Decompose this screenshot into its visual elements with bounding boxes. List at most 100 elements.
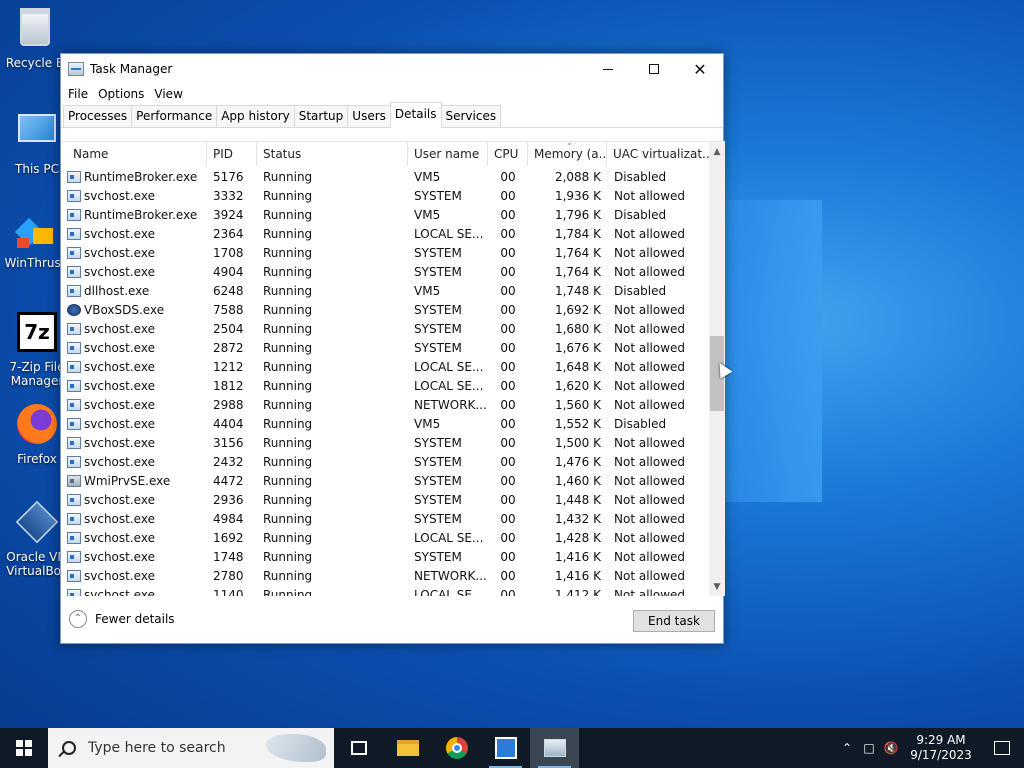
- process-name: svchost.exe: [84, 379, 155, 393]
- table-row[interactable]: svchost.exe 1692 Running LOCAL SE... 00 1,428…: [61, 529, 709, 548]
- table-row[interactable]: svchost.exe 1212 Running LOCAL SE... 00 1,648…: [61, 358, 709, 377]
- table-row[interactable]: svchost.exe 2936 Running SYSTEM 00 1,448 K Not…: [61, 491, 709, 510]
- close-button[interactable]: ✕: [677, 54, 723, 84]
- table-row[interactable]: dllhost.exe 6248 Running VM5 00 1,748 K Disabl…: [61, 282, 709, 301]
- table-row[interactable]: svchost.exe 1748 Running SYSTEM 00 1,416 K Not…: [61, 548, 709, 567]
- tab-processes[interactable]: Processes: [63, 105, 133, 127]
- title-bar[interactable]: Task Manager ✕: [61, 54, 723, 84]
- firefox-icon: [15, 404, 59, 448]
- cell-user-name: SYSTEM: [414, 322, 462, 336]
- cell-name: svchost.exe: [66, 510, 206, 529]
- cell-status: Running: [263, 322, 313, 336]
- end-task-button[interactable]: End task: [633, 610, 715, 632]
- table-row[interactable]: svchost.exe 2988 Running NETWORK... 00 1,560 …: [61, 396, 709, 415]
- cell-status: Running: [263, 246, 313, 260]
- cell-memory: 1,416 K: [554, 550, 601, 564]
- cell-cpu: 00: [500, 398, 516, 412]
- volume-muted-icon[interactable]: 🔇: [880, 741, 902, 755]
- column-header-user-name[interactable]: User name: [408, 142, 488, 166]
- cell-uac: Not allowed: [614, 227, 686, 241]
- tab-details[interactable]: Details: [389, 102, 442, 128]
- chrome-button[interactable]: [432, 728, 481, 768]
- cell-status: Running: [263, 550, 313, 564]
- cell-user-name: SYSTEM: [414, 246, 462, 260]
- tab-startup[interactable]: Startup: [293, 105, 349, 127]
- process-name: svchost.exe: [84, 398, 155, 412]
- tab-services[interactable]: Services: [440, 105, 502, 127]
- cell-memory: 1,692 K: [554, 303, 601, 317]
- notification-button[interactable]: [980, 728, 1024, 768]
- table-row[interactable]: RuntimeBroker.exe 3924 Running VM5 00 1,796 K…: [61, 206, 709, 225]
- cell-name: svchost.exe: [66, 320, 206, 339]
- network-icon[interactable]: □: [858, 741, 880, 755]
- column-header-name[interactable]: Name: [67, 142, 207, 166]
- cell-user-name: LOCAL SE...: [414, 227, 484, 241]
- cell-pid: 3156: [213, 436, 244, 450]
- 7zip-icon: 7z: [15, 312, 59, 356]
- table-row[interactable]: WmiPrvSE.exe 4472 Running SYSTEM 00 1,460 K No…: [61, 472, 709, 491]
- fewer-details-button[interactable]: ⌃ Fewer details: [69, 610, 175, 628]
- task-manager-button[interactable]: [530, 728, 579, 768]
- table-row[interactable]: RuntimeBroker.exe 5176 Running VM5 00 2,088 K…: [61, 168, 709, 187]
- cell-name: svchost.exe: [66, 453, 206, 472]
- cell-user-name: VM5: [414, 284, 441, 298]
- search-box[interactable]: Type here to search: [48, 728, 334, 768]
- menu-file[interactable]: File: [63, 87, 93, 101]
- virtualbox-button[interactable]: [481, 728, 530, 768]
- cell-uac: Not allowed: [614, 341, 686, 355]
- table-row[interactable]: svchost.exe 3332 Running SYSTEM 00 1,936 K Not…: [61, 187, 709, 206]
- tab-users[interactable]: Users: [347, 105, 391, 127]
- cell-name: svchost.exe: [66, 434, 206, 453]
- table-row[interactable]: svchost.exe 4904 Running SYSTEM 00 1,764 K Not…: [61, 263, 709, 282]
- cell-memory: 1,764 K: [554, 265, 601, 279]
- table-row[interactable]: svchost.exe 1812 Running LOCAL SE... 00 1,620…: [61, 377, 709, 396]
- table-row[interactable]: svchost.exe 2504 Running SYSTEM 00 1,680 K Not…: [61, 320, 709, 339]
- table-row[interactable]: VBoxSDS.exe 7588 Running SYSTEM 00 1,692 K Not…: [61, 301, 709, 320]
- menu-options[interactable]: Options: [93, 87, 149, 101]
- cell-uac: Not allowed: [614, 246, 686, 260]
- clock[interactable]: 9:29 AM 9/17/2023: [902, 733, 980, 763]
- file-explorer-button[interactable]: [383, 728, 432, 768]
- start-button[interactable]: [0, 728, 48, 768]
- cell-pid: 1748: [213, 550, 244, 564]
- cell-pid: 1212: [213, 360, 244, 374]
- table-row[interactable]: svchost.exe 2364 Running LOCAL SE... 00 1,784…: [61, 225, 709, 244]
- cell-status: Running: [263, 436, 313, 450]
- cell-user-name: LOCAL SE...: [414, 531, 484, 545]
- clock-time: 9:29 AM: [916, 733, 966, 747]
- scroll-up-icon[interactable]: ▲: [709, 144, 725, 160]
- table-row[interactable]: svchost.exe 4404 Running VM5 00 1,552 K Disabl…: [61, 415, 709, 434]
- table-row[interactable]: svchost.exe 2780 Running NETWORK... 00 1,416 …: [61, 567, 709, 586]
- column-header-status[interactable]: Status: [257, 142, 408, 166]
- table-row[interactable]: svchost.exe 1140 Running LOCAL SE... 00 1,412…: [61, 586, 709, 596]
- table-row[interactable]: svchost.exe 3156 Running SYSTEM 00 1,500 K Not…: [61, 434, 709, 453]
- tab-performance[interactable]: Performance: [131, 105, 218, 127]
- tab-app-history[interactable]: App history: [216, 105, 295, 127]
- table-row[interactable]: svchost.exe 2872 Running SYSTEM 00 1,676 K Not…: [61, 339, 709, 358]
- cell-memory: 1,936 K: [554, 189, 601, 203]
- cell-pid: 1140: [213, 588, 244, 596]
- table-row[interactable]: svchost.exe 2432 Running SYSTEM 00 1,476 K Not…: [61, 453, 709, 472]
- cell-memory: 1,560 K: [554, 398, 601, 412]
- cell-uac: Not allowed: [614, 379, 686, 393]
- close-icon: ✕: [693, 59, 707, 79]
- table-row[interactable]: svchost.exe 4984 Running SYSTEM 00 1,432 K Not…: [61, 510, 709, 529]
- minimize-button[interactable]: [585, 54, 631, 84]
- column-header-cpu[interactable]: CPU: [488, 142, 528, 166]
- chevron-up-icon[interactable]: ⌃: [836, 741, 858, 755]
- cell-pid: 1708: [213, 246, 244, 260]
- computer-icon: [15, 114, 59, 158]
- task-view-button[interactable]: [334, 728, 383, 768]
- cell-cpu: 00: [500, 493, 516, 507]
- column-header-pid[interactable]: PID: [207, 142, 257, 166]
- column-header-uac[interactable]: UAC virtualizat...: [607, 142, 709, 166]
- cell-uac: Not allowed: [614, 360, 686, 374]
- scroll-down-icon[interactable]: ▼: [709, 579, 725, 595]
- table-row[interactable]: svchost.exe 1708 Running SYSTEM 00 1,764 K Not…: [61, 244, 709, 263]
- recycle-bin-icon: [13, 8, 57, 52]
- process-icon: [67, 380, 81, 392]
- cell-status: Running: [263, 512, 313, 526]
- maximize-button[interactable]: [631, 54, 677, 84]
- cell-user-name: SYSTEM: [414, 455, 462, 469]
- menu-view[interactable]: View: [149, 87, 187, 101]
